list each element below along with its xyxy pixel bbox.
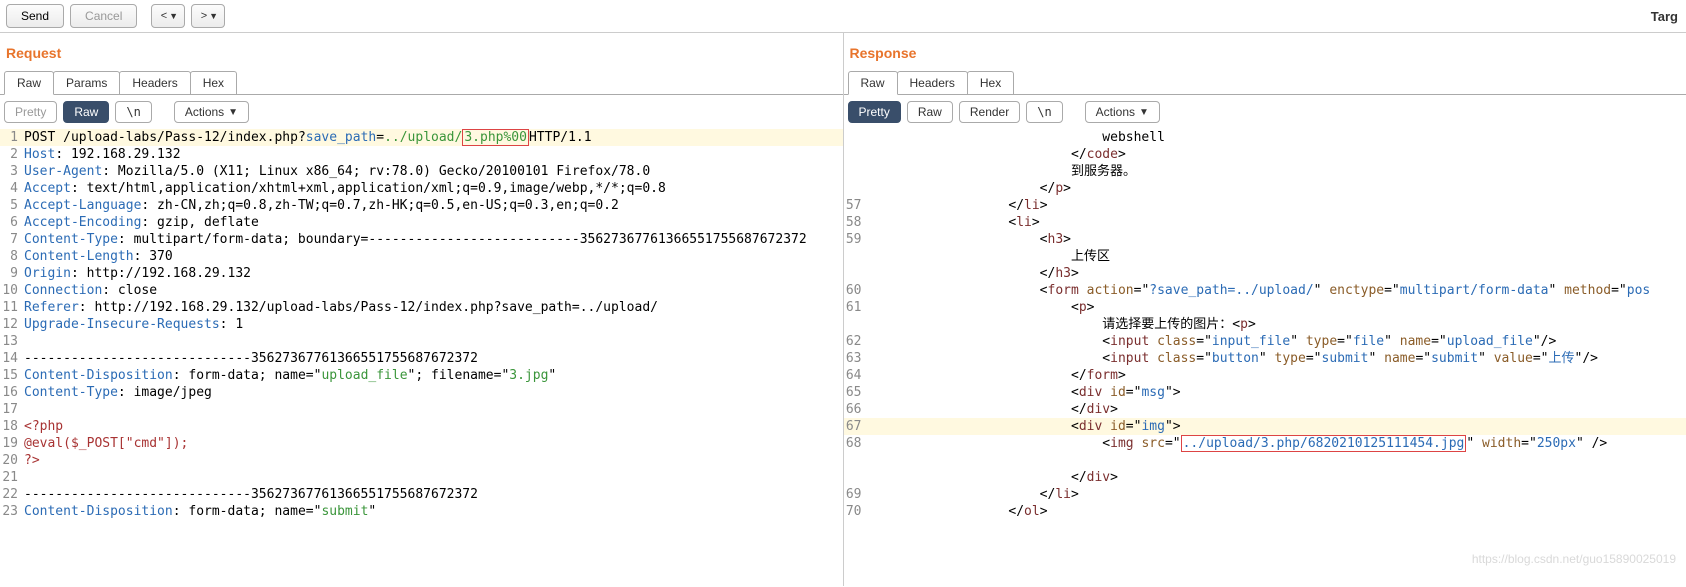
tab-headers[interactable]: Headers	[119, 71, 190, 95]
resp-actions-menu[interactable]: Actions▼	[1085, 101, 1160, 123]
prev-button[interactable]: <▼	[151, 4, 185, 28]
request-panel: Request Raw Params Headers Hex Pretty Ra…	[0, 33, 844, 586]
tab-resp-raw[interactable]: Raw	[848, 71, 898, 95]
view-newline[interactable]: \n	[115, 101, 151, 123]
response-viewbar: Pretty Raw Render \n Actions▼	[844, 95, 1686, 129]
chevron-down-icon: ▼	[228, 107, 238, 118]
tab-params[interactable]: Params	[53, 71, 120, 95]
view-pretty[interactable]: Pretty	[4, 101, 57, 123]
response-title: Response	[844, 33, 1686, 71]
cancel-button[interactable]: Cancel	[70, 4, 137, 28]
request-editor[interactable]: 1POST /upload-labs/Pass-12/index.php?sav…	[0, 129, 843, 586]
actions-menu[interactable]: Actions▼	[174, 101, 249, 123]
panels: Request Raw Params Headers Hex Pretty Ra…	[0, 33, 1686, 586]
response-tabs: Raw Headers Hex	[844, 71, 1686, 95]
view-raw[interactable]: Raw	[63, 101, 109, 123]
tab-resp-headers[interactable]: Headers	[897, 71, 968, 95]
view-resp-render[interactable]: Render	[959, 101, 1020, 123]
send-button[interactable]: Send	[6, 4, 64, 28]
view-resp-newline[interactable]: \n	[1026, 101, 1062, 123]
target-label: Targ	[1651, 9, 1680, 24]
view-resp-pretty[interactable]: Pretty	[848, 101, 901, 123]
request-viewbar: Pretty Raw \n Actions▼	[0, 95, 843, 129]
tab-resp-hex[interactable]: Hex	[967, 71, 1014, 95]
request-tabs: Raw Params Headers Hex	[0, 71, 843, 95]
next-button[interactable]: >▼	[191, 4, 225, 28]
request-title: Request	[0, 33, 843, 71]
response-viewer[interactable]: webshell </code> 到服务器。 </p>57 </li>58 <l…	[844, 129, 1686, 586]
chevron-down-icon: ▼	[1139, 107, 1149, 118]
tab-raw[interactable]: Raw	[4, 71, 54, 95]
view-resp-raw[interactable]: Raw	[907, 101, 953, 123]
top-toolbar: Send Cancel <▼ >▼ Targ	[0, 0, 1686, 33]
tab-hex[interactable]: Hex	[190, 71, 237, 95]
response-panel: Response Raw Headers Hex Pretty Raw Rend…	[844, 33, 1686, 586]
